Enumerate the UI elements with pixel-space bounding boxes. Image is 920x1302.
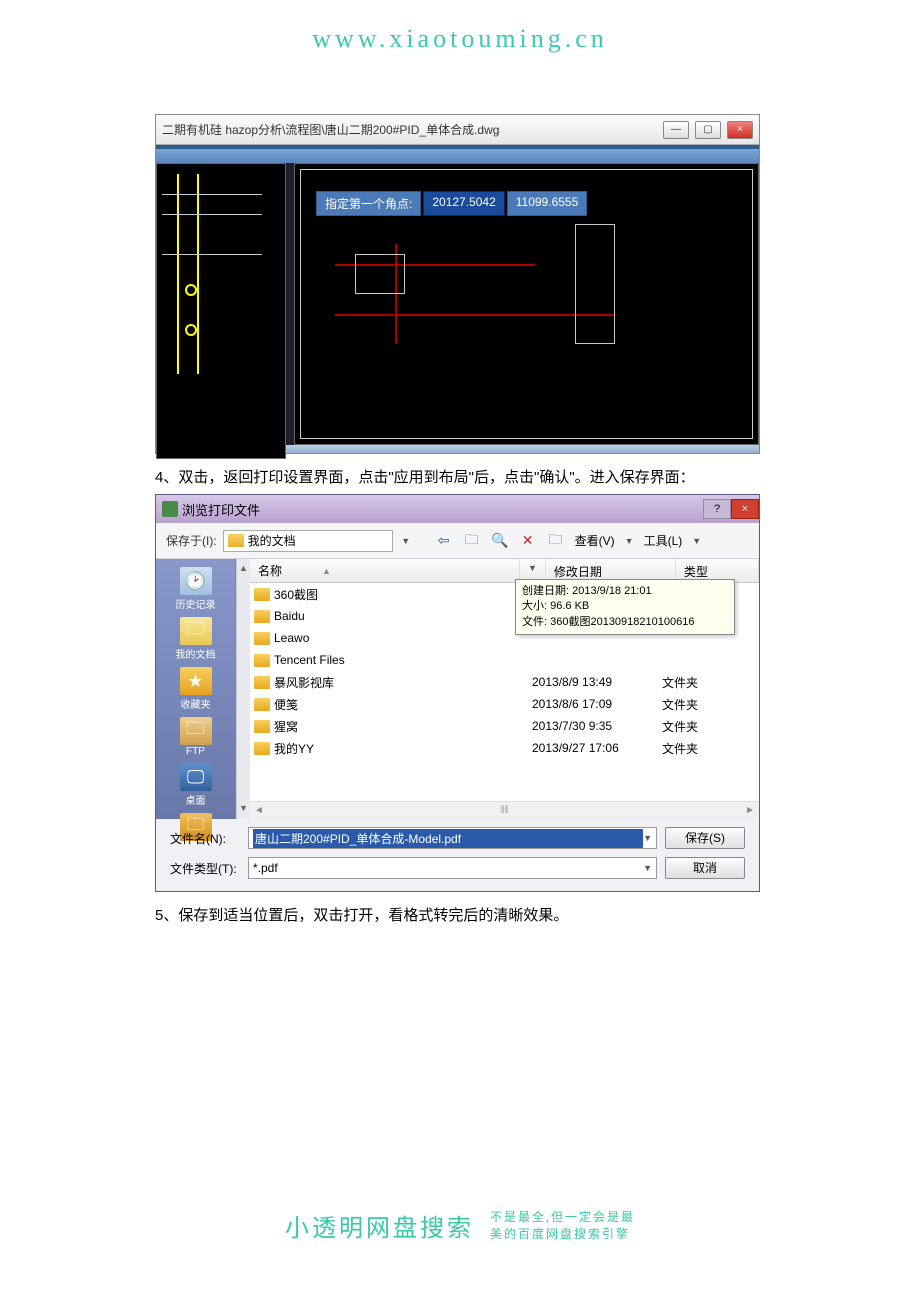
folder-icon	[228, 534, 244, 547]
save-dialog: 浏览打印文件 ? × 保存于(I): 我的文档 ▼ ⇦ 🗀 🔍 ✕ 🗀 查看(V…	[155, 494, 760, 892]
chevron-down-icon[interactable]: ▼	[643, 833, 652, 843]
folder-icon	[254, 588, 270, 601]
watermark-sub2: 美的百度网盘搜索引擎	[490, 1226, 635, 1243]
cad-title-text: 二期有机硅 hazop分析\流程图\唐山二期200#PID_单体合成.dwg	[162, 121, 499, 138]
file-list: 名称▲ ▼ 修改日期 类型 360截图2013/9/18 21:01文件夹 Ba…	[250, 559, 759, 819]
maximize-button[interactable]: ▢	[695, 121, 721, 139]
dialog-titlebar: 浏览打印文件 ? ×	[156, 495, 759, 523]
folder-icon	[254, 676, 270, 689]
cad-window: 二期有机硅 hazop分析\流程图\唐山二期200#PID_单体合成.dwg —…	[155, 114, 760, 454]
cad-titlebar: 二期有机硅 hazop分析\流程图\唐山二期200#PID_单体合成.dwg —…	[156, 115, 759, 145]
sidebar-scrollbar[interactable]: ▲ ▼	[236, 559, 250, 819]
folder-icon	[254, 632, 270, 645]
filetype-label: 文件类型(T):	[170, 860, 240, 877]
file-row[interactable]: 我的YY2013/9/27 17:06文件夹	[250, 737, 759, 759]
horizontal-scrollbar[interactable]: ◄⫴⫴►	[250, 801, 759, 819]
save-in-label: 保存于(I):	[166, 532, 217, 549]
tooltip-label: 指定第一个角点:	[316, 191, 421, 216]
cad-coordinate-tooltip: 指定第一个角点: 20127.5042 11099.6555	[316, 191, 587, 216]
back-icon[interactable]: ⇦	[435, 532, 453, 550]
sidebar-item-history[interactable]: 🕑历史记录	[176, 565, 216, 613]
file-row[interactable]: 猩窝2013/7/30 9:35文件夹	[250, 715, 759, 737]
dialog-toolbar: 保存于(I): 我的文档 ▼ ⇦ 🗀 🔍 ✕ 🗀 查看(V) ▼ 工具(L) ▼	[156, 523, 759, 559]
file-row[interactable]: 便笺2013/8/6 17:09文件夹	[250, 693, 759, 715]
step-5-text: 5、保存到适当位置后，双击打开，看格式转完后的清晰效果。	[155, 904, 760, 928]
scroll-down-icon[interactable]: ▼	[238, 803, 250, 815]
app-icon	[162, 501, 178, 517]
tools-menu[interactable]: 工具(L)	[644, 532, 683, 549]
folder-icon	[254, 698, 270, 711]
new-folder-icon[interactable]: 🗀	[547, 532, 565, 550]
dropdown-arrow-icon[interactable]: ▼	[399, 536, 413, 546]
filename-label: 文件名(N):	[170, 830, 240, 847]
sidebar-item-documents[interactable]: 🗀我的文档	[176, 615, 216, 663]
places-sidebar: 🕑历史记录 🗀我的文档 ★收藏夹 🗀FTP 🖵桌面 🗀	[156, 559, 236, 819]
watermark-title: 小透明网盘搜索	[285, 1208, 474, 1243]
save-in-dropdown[interactable]: 我的文档	[223, 530, 393, 552]
watermark-bottom: 小透明网盘搜索 不是最全,但一定会是最 美的百度网盘搜索引擎	[0, 1208, 920, 1263]
save-button[interactable]: 保存(S)	[665, 827, 745, 849]
sidebar-item-favorites[interactable]: ★收藏夹	[180, 665, 212, 713]
folder-icon	[254, 610, 270, 623]
file-tooltip: 创建日期: 2013/9/18 21:01 大小: 96.6 KB 文件: 36…	[515, 579, 735, 635]
cancel-button[interactable]: 取消	[665, 857, 745, 879]
chevron-down-icon[interactable]: ▼	[625, 536, 634, 546]
filetype-dropdown[interactable]: *.pdf▼	[248, 857, 657, 879]
step-4-text: 4、双击，返回打印设置界面，点击"应用到布局"后，点击"确认"。进入保存界面：	[155, 466, 760, 490]
help-button[interactable]: ?	[703, 499, 731, 519]
view-menu[interactable]: 查看(V)	[575, 532, 615, 549]
sidebar-item-desktop[interactable]: 🖵桌面	[180, 761, 212, 809]
scroll-left-icon[interactable]: ◄	[254, 805, 264, 816]
chevron-down-icon[interactable]: ▼	[692, 536, 701, 546]
file-row[interactable]: Tencent Files	[250, 649, 759, 671]
scroll-up-icon[interactable]: ▲	[238, 563, 250, 575]
cad-canvas[interactable]: 指定第一个角点: 20127.5042 11099.6555	[156, 145, 759, 445]
watermark-top: www.xiaotouming.cn	[0, 0, 920, 114]
delete-icon[interactable]: ✕	[519, 532, 537, 550]
save-in-value: 我的文档	[248, 532, 296, 549]
dialog-title-text: 浏览打印文件	[182, 500, 260, 519]
column-name[interactable]: 名称▲	[250, 559, 520, 582]
up-icon[interactable]: 🗀	[463, 532, 481, 550]
tooltip-x-value: 20127.5042	[423, 191, 504, 216]
folder-icon	[254, 654, 270, 667]
folder-icon	[254, 742, 270, 755]
watermark-sub1: 不是最全,但一定会是最	[490, 1209, 635, 1226]
sidebar-item-ftp[interactable]: 🗀FTP	[180, 715, 212, 759]
folder-icon	[254, 720, 270, 733]
close-button[interactable]: ×	[727, 121, 753, 139]
close-button[interactable]: ×	[731, 499, 759, 519]
search-icon[interactable]: 🔍	[491, 532, 509, 550]
scroll-right-icon[interactable]: ►	[745, 805, 755, 816]
chevron-down-icon[interactable]: ▼	[643, 863, 652, 873]
dialog-footer: 文件名(N): 唐山二期200#PID_单体合成-Model.pdf▼ 保存(S…	[156, 819, 759, 891]
sort-arrow-icon: ▲	[322, 566, 331, 576]
filename-input[interactable]: 唐山二期200#PID_单体合成-Model.pdf▼	[248, 827, 657, 849]
minimize-button[interactable]: —	[663, 121, 689, 139]
window-buttons: — ▢ ×	[663, 121, 753, 139]
tooltip-y-value: 11099.6555	[507, 191, 588, 216]
file-row[interactable]: 暴风影视库2013/8/9 13:49文件夹	[250, 671, 759, 693]
